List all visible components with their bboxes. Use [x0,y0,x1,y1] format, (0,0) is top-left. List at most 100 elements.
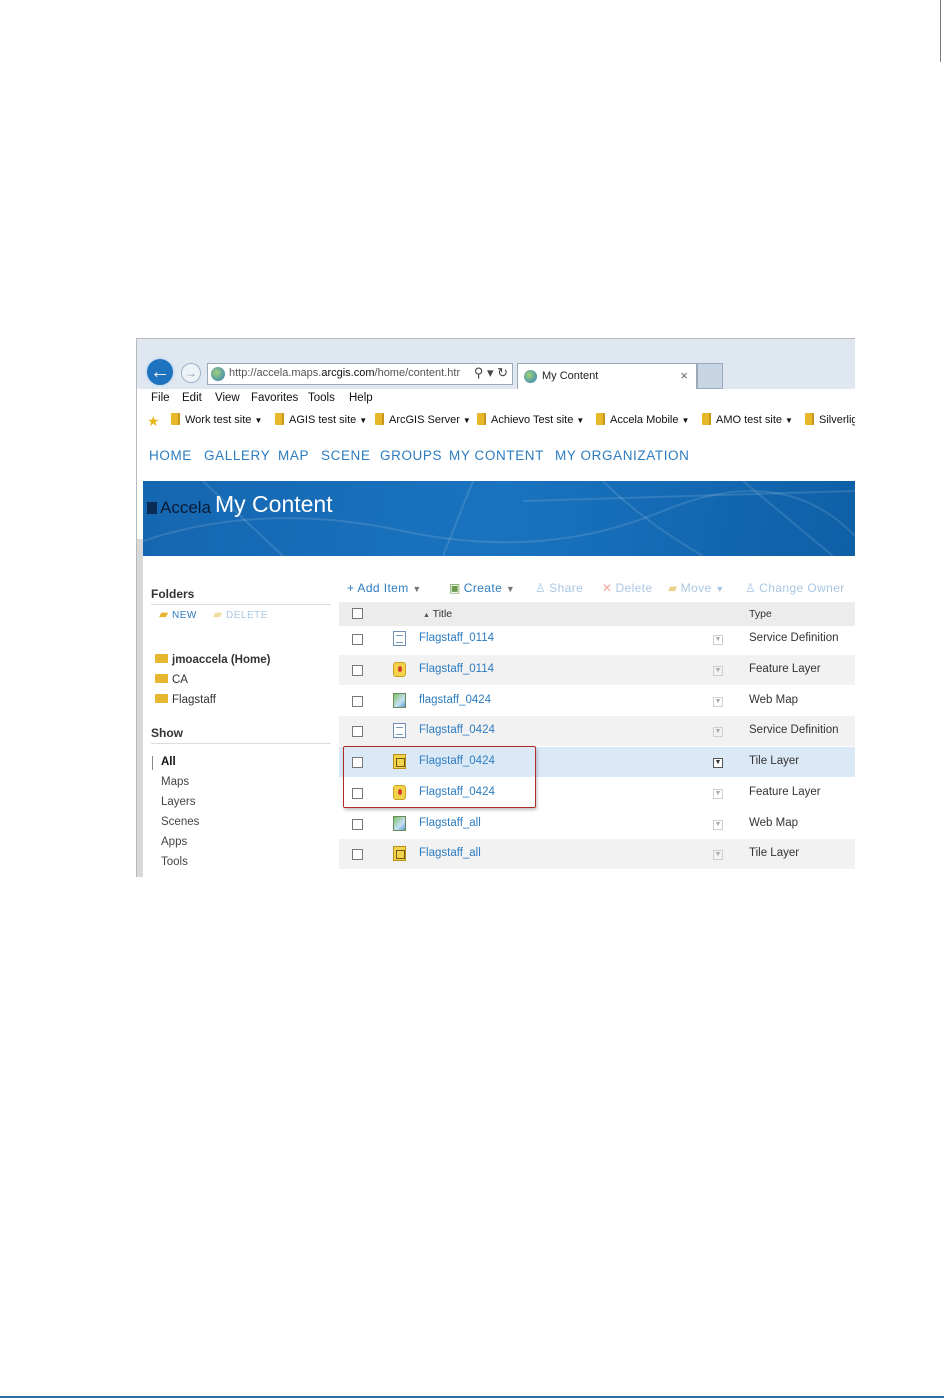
service-definition-icon [393,723,406,738]
nav-home[interactable]: HOME [149,448,192,463]
item-type: Tile Layer [749,755,800,767]
row-checkbox[interactable] [352,696,363,707]
table-row[interactable]: Flagstaff_all ▼ Web Map [339,809,855,839]
folder-icon [155,654,168,663]
favorite-item[interactable]: Accela Mobile ▼ [596,413,689,426]
item-type: Tile Layer [749,847,800,859]
item-title-link[interactable]: Flagstaff_0114 [419,632,494,644]
delete-x-icon: ✕ [602,581,613,595]
item-title-link[interactable]: Flagstaff_0114 [419,663,494,675]
favorite-item[interactable]: Work test site ▼ [171,413,262,426]
forward-arrow-icon[interactable]: → [181,363,201,383]
nav-map[interactable]: MAP [278,448,309,463]
row-checkbox[interactable] [352,665,363,676]
nav-gallery[interactable]: GALLERY [204,448,270,463]
table-row[interactable]: Flagstaff_0114 ▼ Service Definition [339,624,855,654]
folder-flagstaff[interactable]: Flagstaff [155,694,216,706]
item-title-link[interactable]: Flagstaff_all [419,847,481,859]
row-menu-chevron-icon[interactable]: ▼ [713,697,723,707]
new-folder-button[interactable]: ▰ NEW [159,607,197,621]
change-owner-button[interactable]: ♙ Change Owner [745,581,845,595]
menu-tools[interactable]: Tools [308,392,335,404]
menu-favorites[interactable]: Favorites [251,392,298,404]
new-tab-button[interactable] [697,363,723,389]
nav-scene[interactable]: SCENE [321,448,371,463]
table-row[interactable]: Flagstaff_all ▼ Tile Layer [339,839,855,869]
tile-layer-icon [393,846,406,861]
menu-edit[interactable]: Edit [182,392,202,404]
show-all[interactable]: All [161,756,176,768]
delete-folder-button[interactable]: ▰ DELETE [213,607,268,621]
tab-my-content[interactable]: My Content × [517,363,697,389]
menu-help[interactable]: Help [349,392,373,404]
tab-globe-icon [524,370,537,383]
favorite-item[interactable]: AMO test site ▼ [702,413,793,426]
folder-ca[interactable]: CA [155,674,188,686]
row-checkbox[interactable] [352,726,363,737]
title-column-header[interactable]: ▲ Title [423,608,452,620]
back-arrow-icon[interactable]: ← [145,357,175,387]
table-row[interactable]: flagstaff_0424 ▼ Web Map [339,686,855,716]
row-menu-chevron-icon[interactable]: ▼ [713,635,723,645]
row-menu-chevron-icon[interactable]: ▼ [713,789,723,799]
owner-icon: ♙ [745,581,757,595]
share-icon: ♙ [535,581,547,595]
nav-my-organization[interactable]: MY ORGANIZATION [555,448,690,463]
item-title-link[interactable]: Flagstaff_0424 [419,724,495,736]
folder-icon [477,413,486,425]
share-button[interactable]: ♙ Share [535,581,583,595]
row-menu-chevron-icon[interactable]: ▼ [713,666,723,676]
create-button[interactable]: ▣ Create ▼ [449,581,515,595]
row-menu-chevron-icon[interactable]: ▼ [713,727,723,737]
folder-icon [171,413,180,425]
row-menu-chevron-icon[interactable]: ▼ [713,820,723,830]
row-menu-chevron-icon[interactable]: ▼ [713,850,723,860]
browser-screenshot: ← → http://accela.maps.arcgis.com/home/c… [136,338,855,877]
item-title-link[interactable]: Flagstaff_all [419,817,481,829]
type-column-header[interactable]: Type [749,608,772,620]
delete-folder-icon: ▰ [213,607,223,621]
page-edge-line [940,0,941,62]
show-tools[interactable]: Tools [161,856,188,868]
show-maps[interactable]: Maps [161,776,189,788]
divider [151,604,331,605]
address-bar[interactable]: http://accela.maps.arcgis.com/home/conte… [207,363,513,385]
move-button[interactable]: ▰ Move ▼ [668,581,725,595]
row-checkbox[interactable] [352,634,363,645]
nav-groups[interactable]: GROUPS [380,448,442,463]
menu-view[interactable]: View [215,392,240,404]
address-url[interactable]: http://accela.maps.arcgis.com/home/conte… [229,367,460,379]
tab-close-icon[interactable]: × [680,368,688,383]
service-definition-icon [393,631,406,646]
show-heading: Show [151,726,183,740]
folder-icon [155,674,168,683]
favorites-star-icon[interactable]: ★ [147,413,160,430]
show-scenes[interactable]: Scenes [161,816,199,828]
table-row[interactable]: Flagstaff_0114 ▼ Feature Layer [339,655,855,685]
folder-icon [275,413,284,425]
delete-button[interactable]: ✕ Delete [602,581,653,595]
show-layers[interactable]: Layers [161,796,196,808]
show-apps[interactable]: Apps [161,836,187,848]
browser-toolbar: ← → http://accela.maps.arcgis.com/home/c… [137,339,855,389]
favorite-item[interactable]: Achievo Test site ▼ [477,413,584,426]
favorite-item[interactable]: Silverlig [805,413,855,426]
search-refresh-icons[interactable]: ⚲ ▾ ↻ [474,365,508,381]
favorite-item[interactable]: AGIS test site ▼ [275,413,367,426]
row-checkbox[interactable] [352,849,363,860]
favorite-item[interactable]: ArcGIS Server ▼ [375,413,471,426]
table-row[interactable]: Flagstaff_0424 ▼ Service Definition [339,716,855,746]
folder-home[interactable]: jmoaccela (Home) [155,654,270,666]
web-map-icon [393,693,406,708]
row-menu-chevron-icon[interactable]: ▼ [713,758,723,768]
site-globe-icon [211,367,225,381]
select-all-checkbox[interactable] [352,608,363,619]
nav-my-content[interactable]: MY CONTENT [449,448,544,463]
highlight-annotation-box [343,746,536,808]
row-checkbox[interactable] [352,819,363,830]
web-map-icon [393,816,406,831]
menu-file[interactable]: File [151,392,170,404]
move-icon: ▰ [668,581,678,595]
item-title-link[interactable]: flagstaff_0424 [419,694,491,706]
add-item-button[interactable]: + Add Item ▼ [347,581,422,595]
